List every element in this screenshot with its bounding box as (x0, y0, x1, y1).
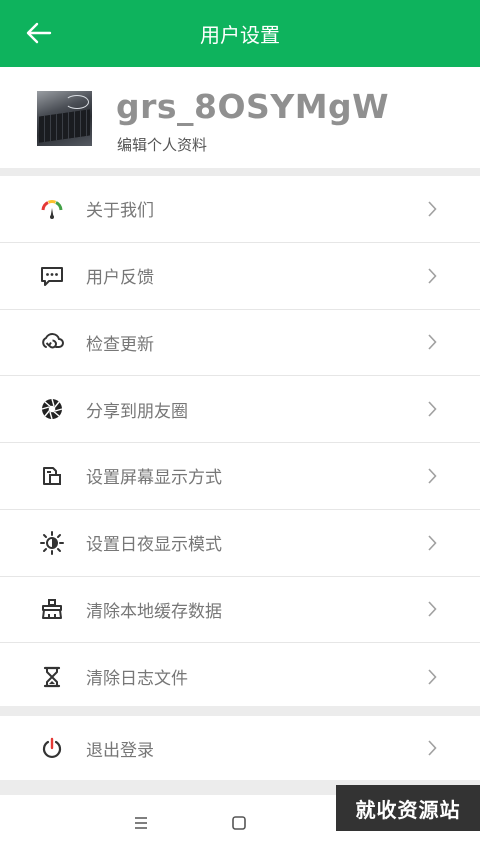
menu-item-screen-display[interactable]: 设置屏幕显示方式 (0, 443, 480, 510)
menu-item-label: 用户反馈 (86, 268, 154, 289)
logout-label: 退出登录 (86, 740, 154, 761)
menu-item-label: 分享到朋友圈 (86, 401, 188, 422)
menu-item-about[interactable]: 关于我们 (0, 176, 480, 243)
menu-item-label: 检查更新 (86, 334, 154, 355)
avatar-keyboard (39, 109, 90, 143)
menu-item-clear-logs[interactable]: 清除日志文件 (0, 643, 480, 710)
app-header: 用户设置 (0, 0, 480, 67)
username: grs_8OSYMgW (116, 87, 390, 126)
menu-lines-icon (135, 817, 147, 829)
aperture-icon (40, 397, 64, 421)
chevron-right-icon (426, 268, 438, 284)
hourglass-icon (40, 665, 64, 689)
avatar[interactable] (37, 91, 92, 146)
menu-item-label: 清除日志文件 (86, 669, 188, 690)
clean-brush-icon (40, 597, 64, 621)
menu-item-label: 设置日夜显示模式 (86, 535, 222, 556)
logout-button[interactable]: 退出登录 (0, 716, 480, 780)
menu-item-label: 清除本地缓存数据 (86, 601, 222, 622)
chevron-right-icon (426, 740, 438, 756)
square-icon (232, 816, 246, 830)
gauge-icon (40, 197, 64, 221)
watermark: 就收资源站 (336, 785, 480, 831)
menu-item-share[interactable]: 分享到朋友圈 (0, 376, 480, 443)
menu-item-day-night-mode[interactable]: 设置日夜显示模式 (0, 509, 480, 577)
section-divider (0, 706, 480, 716)
chevron-right-icon (426, 334, 438, 350)
menu-item-clear-cache[interactable]: 清除本地缓存数据 (0, 576, 480, 644)
recent-apps-button[interactable] (131, 813, 151, 833)
profile-section[interactable]: grs_8OSYMgW 编辑个人资料 (0, 67, 480, 168)
settings-menu: 关于我们 用户反馈 检查更新 分享到朋友圈 设置屏幕显示方式 设置日夜显示模式 … (0, 176, 480, 710)
chevron-right-icon (426, 535, 438, 551)
avatar-cable (65, 95, 89, 109)
menu-item-check-update[interactable]: 检查更新 (0, 309, 480, 377)
edit-profile-link[interactable]: 编辑个人资料 (117, 134, 207, 155)
chevron-right-icon (426, 669, 438, 685)
power-icon (40, 736, 64, 760)
screen-rotate-icon (40, 464, 64, 488)
menu-item-feedback[interactable]: 用户反馈 (0, 242, 480, 310)
chevron-right-icon (426, 401, 438, 417)
chat-bubble-icon (40, 264, 64, 288)
section-divider (0, 168, 480, 176)
cloud-sync-icon (40, 330, 64, 354)
sun-moon-icon (40, 530, 64, 555)
app-screen: 用户设置 grs_8OSYMgW 编辑个人资料 关于我们 用户反馈 检查更新 分… (0, 0, 480, 853)
chevron-right-icon (426, 468, 438, 484)
menu-item-label: 关于我们 (86, 201, 154, 222)
home-button[interactable] (230, 814, 248, 832)
chevron-right-icon (426, 201, 438, 217)
chevron-right-icon (426, 601, 438, 617)
page-title: 用户设置 (200, 23, 280, 47)
menu-item-label: 设置屏幕显示方式 (86, 468, 222, 489)
